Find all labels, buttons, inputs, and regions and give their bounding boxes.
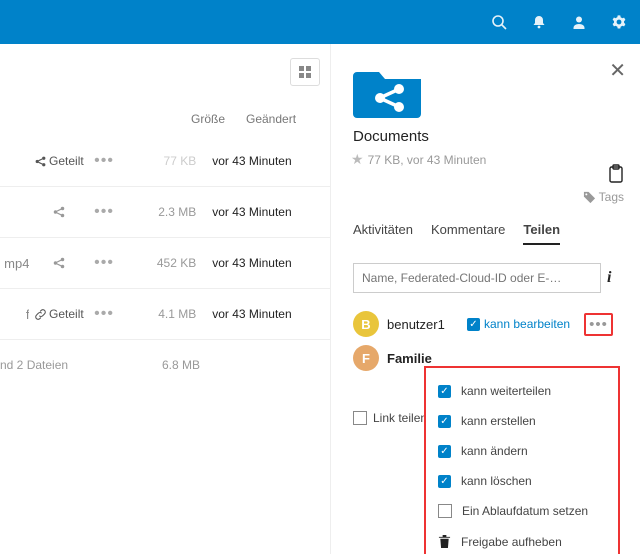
column-header-size[interactable]: Größe [165, 112, 225, 126]
share-permissions-dropdown: ✓ kann weiterteilen ✓ kann erstellen ✓ k… [424, 366, 620, 554]
share-more-button[interactable]: ••• [584, 313, 613, 336]
contacts-icon[interactable] [570, 13, 588, 31]
checkbox-checked-icon: ✓ [438, 445, 451, 458]
notifications-icon[interactable] [530, 13, 548, 31]
share-indicator[interactable]: Geteilt [29, 307, 88, 321]
avatar: F [353, 345, 379, 371]
checkbox-unchecked-icon [438, 504, 452, 518]
search-icon[interactable] [490, 13, 508, 31]
row-actions[interactable]: ••• [88, 203, 119, 221]
checkbox-unchecked-icon [353, 411, 367, 425]
share-indicator[interactable] [29, 256, 88, 270]
perm-expiry[interactable]: Ein Ablaufdatum setzen [430, 496, 614, 526]
file-size: 77 KB [120, 154, 197, 168]
perm-change[interactable]: ✓ kann ändern [430, 436, 614, 466]
perm-label: kann erstellen [461, 414, 536, 428]
file-size: 4.1 MB [120, 307, 197, 321]
row-actions[interactable]: ••• [88, 152, 119, 170]
file-size: 452 KB [120, 256, 197, 270]
share-username: Familie [387, 351, 459, 366]
settings-icon[interactable] [610, 13, 628, 31]
share-entry: B benutzer1 ✓ kann bearbeiten ••• [353, 307, 640, 341]
favorite-star-icon[interactable]: ★ [351, 151, 364, 168]
file-modified: vor 43 Minuten [196, 205, 330, 219]
perm-reshare[interactable]: ✓ kann weiterteilen [430, 376, 614, 406]
trash-icon [438, 534, 451, 549]
column-header-modified[interactable]: Geändert [246, 112, 296, 126]
file-row[interactable]: mp4 ••• 452 KB vor 43 Minuten [0, 238, 330, 289]
perm-label: kann weiterteilen [461, 384, 551, 398]
avatar: B [353, 311, 379, 337]
close-icon[interactable]: ✕ [609, 58, 626, 83]
file-row[interactable]: f Geteilt ••• 4.1 MB vor 43 Minuten [0, 289, 330, 340]
share-label: Geteilt [49, 154, 84, 168]
checkbox-checked-icon: ✓ [438, 475, 451, 488]
unshare-action[interactable]: Freigabe aufheben [430, 526, 614, 554]
file-row[interactable]: ••• 2.3 MB vor 43 Minuten [0, 187, 330, 238]
folder-share-icon [353, 62, 425, 118]
clipboard-icon[interactable] [608, 164, 624, 184]
filename-fragment: mp4 [0, 256, 29, 271]
share-search-input[interactable] [353, 263, 601, 293]
tags-button[interactable]: Tags [583, 190, 624, 204]
panel-tabs: Aktivitäten Kommentare Teilen [353, 222, 640, 245]
tab-activity[interactable]: Aktivitäten [353, 222, 413, 245]
tab-share[interactable]: Teilen [523, 222, 560, 245]
summary-size: 6.8 MB [120, 358, 200, 372]
top-header [0, 0, 640, 44]
file-modified: vor 43 Minuten [196, 154, 330, 168]
file-row[interactable]: Geteilt ••• 77 KB vor 43 Minuten [0, 136, 330, 187]
summary-text: nd 2 Dateien [0, 358, 120, 372]
share-username: benutzer1 [387, 317, 459, 332]
row-actions[interactable]: ••• [88, 254, 119, 272]
info-icon[interactable]: i [607, 269, 611, 287]
checkbox-checked-icon: ✓ [438, 385, 451, 398]
file-modified: vor 43 Minuten [196, 307, 330, 321]
link-share-label: Link teilen [373, 411, 427, 425]
panel-meta: ★ 77 KB, vor 43 Minuten [351, 151, 640, 168]
file-modified: vor 43 Minuten [196, 256, 330, 270]
tab-comments[interactable]: Kommentare [431, 222, 505, 245]
file-list: Geteilt ••• 77 KB vor 43 Minuten ••• 2.3… [0, 136, 330, 390]
file-size: 2.3 MB [120, 205, 197, 219]
row-actions[interactable]: ••• [88, 305, 119, 323]
perm-label: kann ändern [461, 444, 528, 458]
unshare-label: Freigabe aufheben [461, 535, 562, 549]
share-label: Geteilt [49, 307, 84, 321]
checkbox-checked-icon: ✓ [467, 318, 480, 331]
share-indicator[interactable]: Geteilt [29, 154, 88, 168]
perm-label: Ein Ablaufdatum setzen [462, 504, 588, 518]
view-toggle-grid[interactable] [290, 58, 320, 86]
share-indicator[interactable] [29, 205, 88, 219]
perm-delete[interactable]: ✓ kann löschen [430, 466, 614, 496]
can-edit-label: kann bearbeiten [484, 317, 570, 331]
perm-label: kann löschen [461, 474, 532, 488]
panel-title: Documents [353, 128, 640, 145]
share-list: B benutzer1 ✓ kann bearbeiten ••• F Fami… [353, 307, 640, 375]
tags-label: Tags [599, 190, 624, 204]
perm-create[interactable]: ✓ kann erstellen [430, 406, 614, 436]
can-edit-checkbox[interactable]: ✓ kann bearbeiten [467, 317, 570, 331]
filename-fragment: f [0, 307, 29, 322]
share-search: i [353, 263, 640, 293]
list-summary: nd 2 Dateien 6.8 MB [0, 340, 330, 390]
checkbox-checked-icon: ✓ [438, 415, 451, 428]
panel-meta-text: 77 KB, vor 43 Minuten [368, 153, 487, 167]
